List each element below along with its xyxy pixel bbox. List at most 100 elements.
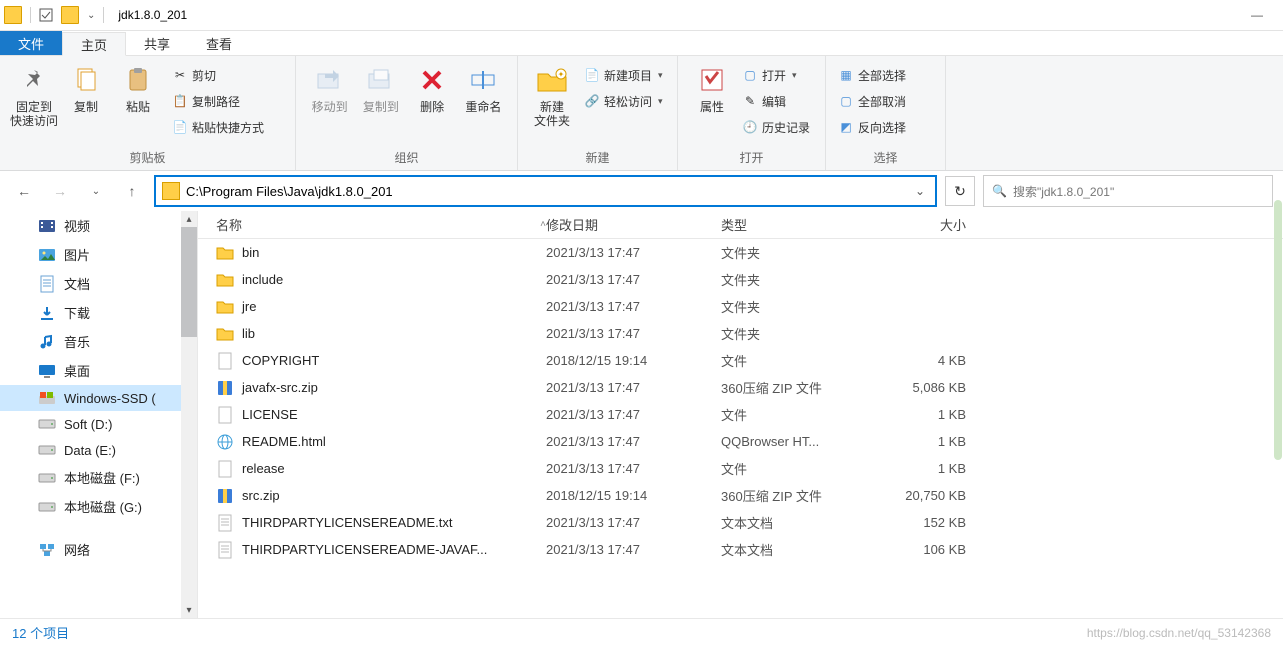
file-row[interactable]: THIRDPARTYLICENSEREADME.txt2021/3/13 17:… [198,509,1283,536]
address-input[interactable] [186,184,911,199]
picture-icon [38,247,56,263]
file-size: 1 KB [876,407,976,422]
address-dropdown-icon[interactable]: ⌄ [911,184,929,198]
file-rows: bin2021/3/13 17:47文件夹include2021/3/13 17… [198,239,1283,618]
zip-icon [216,487,234,505]
select-group-label: 选择 [826,147,945,170]
select-all-button[interactable]: ▦全部选择 [834,64,910,86]
column-header-size[interactable]: 大小 [876,215,976,234]
file-row[interactable]: bin2021/3/13 17:47文件夹 [198,239,1283,266]
tab-home[interactable]: 主页 [62,32,126,56]
navigation-pane[interactable]: 视频图片文档下载音乐桌面Windows-SSD (Soft (D:) Data (… [0,211,198,618]
organize-group-label: 组织 [296,147,517,170]
file-row[interactable]: jre2021/3/13 17:47文件夹 [198,293,1283,320]
file-row[interactable]: src.zip2018/12/15 19:14360压缩 ZIP 文件20,75… [198,482,1283,509]
open-button[interactable]: ▢打开▾ [738,64,814,86]
file-row[interactable]: README.html2021/3/13 17:47QQBrowser HT..… [198,428,1283,455]
file-row[interactable]: release2021/3/13 17:47文件1 KB [198,455,1283,482]
window-title: jdk1.8.0_201 [118,8,187,22]
column-header-name[interactable]: 名称˄ [216,215,546,234]
tab-share[interactable]: 共享 [126,31,188,55]
file-name: lib [242,326,255,341]
col-name-label: 名称 [216,215,242,234]
scrollbar-thumb[interactable] [181,227,197,337]
invert-selection-button[interactable]: ◩反向选择 [834,116,910,138]
scrollbar-down-button[interactable]: ▾ [181,602,197,618]
scrollbar-up-button[interactable]: ▴ [181,211,197,227]
new-folder-button[interactable]: ✦ 新建 文件夹 [526,60,578,128]
file-type: 文件夹 [721,270,876,289]
select-none-button[interactable]: ▢全部取消 [834,90,910,112]
column-header-date[interactable]: 修改日期 [546,215,721,234]
new-item-icon: 📄 [584,67,600,83]
file-row[interactable]: javafx-src.zip2021/3/13 17:47360压缩 ZIP 文… [198,374,1283,401]
file-row[interactable]: lib2021/3/13 17:47文件夹 [198,320,1283,347]
search-box[interactable]: 🔍 搜索"jdk1.8.0_201" [983,175,1273,207]
file-name: README.html [242,434,326,449]
pin-label: 固定到 快速访问 [10,100,58,128]
scissors-icon: ✂ [172,67,188,83]
nav-item-label: 下载 [64,303,90,322]
file-date: 2021/3/13 17:47 [546,245,721,260]
rename-button[interactable]: 重命名 [458,60,509,114]
up-button[interactable]: ↑ [118,177,146,205]
nav-item[interactable]: 网络 [0,535,182,564]
nav-item-label: 音乐 [64,332,90,351]
recent-locations-button[interactable]: ⌄ [82,177,110,205]
history-button[interactable]: 🕘历史记录 [738,116,814,138]
paste-button[interactable]: 粘贴 [112,60,164,114]
paste-shortcut-button[interactable]: 📄粘贴快捷方式 [168,116,268,138]
right-scrollbar[interactable] [1274,200,1282,460]
nav-item[interactable]: 文档 [0,269,182,298]
nav-item[interactable]: 图片 [0,240,182,269]
nav-item[interactable]: 本地磁盘 (F:) [0,463,182,492]
nav-item[interactable]: 视频 [0,211,182,240]
nav-item[interactable]: Soft (D:) [0,411,182,437]
file-size: 106 KB [876,542,976,557]
copy-button[interactable]: 复制 [60,60,112,114]
delete-button[interactable]: 删除 [407,60,458,114]
cut-button[interactable]: ✂剪切 [168,64,268,86]
refresh-button[interactable]: ↻ [945,176,975,206]
select-none-icon: ▢ [838,93,854,109]
ribbon-tabs: 文件 主页 共享 查看 [0,31,1283,56]
minimize-button[interactable]: — [1235,1,1279,29]
svg-text:✦: ✦ [558,70,565,79]
file-date: 2018/12/15 19:14 [546,488,721,503]
cut-label: 剪切 [192,67,216,84]
folder-icon [216,244,234,262]
paste-shortcut-icon: 📄 [172,119,188,135]
checkbox-icon [39,8,53,22]
qat-dropdown-icon[interactable]: ⌄ [87,10,95,21]
move-to-button[interactable]: 移动到 [304,60,355,114]
properties-button[interactable]: 属性 [686,60,738,114]
tab-view[interactable]: 查看 [188,31,250,55]
file-row[interactable]: THIRDPARTYLICENSEREADME-JAVAF...2021/3/1… [198,536,1283,563]
nav-item[interactable]: Data (E:) [0,437,182,463]
pin-to-quick-access-button[interactable]: 固定到 快速访问 [8,60,60,128]
select-all-icon: ▦ [838,67,854,83]
file-row[interactable]: COPYRIGHT2018/12/15 19:14文件4 KB [198,347,1283,374]
copy-path-button[interactable]: 📋复制路径 [168,90,268,112]
nav-item[interactable]: 桌面 [0,356,182,385]
tab-file[interactable]: 文件 [0,31,62,55]
easy-access-button[interactable]: 🔗轻松访问▾ [580,90,667,112]
copy-to-button[interactable]: 复制到 [355,60,406,114]
column-header-type[interactable]: 类型 [721,215,876,234]
edit-button[interactable]: ✎编辑 [738,90,814,112]
forward-button[interactable]: → [46,177,74,205]
address-bar[interactable]: ⌄ [154,175,937,207]
nav-item[interactable]: 本地磁盘 (G:) [0,492,182,521]
back-button[interactable]: ← [10,177,38,205]
file-row[interactable]: include2021/3/13 17:47文件夹 [198,266,1283,293]
nav-item[interactable]: 下载 [0,298,182,327]
open-group-label: 打开 [678,147,825,170]
file-icon [216,406,234,424]
copy-path-icon: 📋 [172,93,188,109]
nav-item[interactable]: 音乐 [0,327,182,356]
new-item-button[interactable]: 📄新建项目▾ [580,64,667,86]
nav-item-label: Data (E:) [64,443,116,458]
file-row[interactable]: LICENSE2021/3/13 17:47文件1 KB [198,401,1283,428]
nav-item[interactable]: Windows-SSD ( [0,385,182,411]
file-type: 文件夹 [721,297,876,316]
